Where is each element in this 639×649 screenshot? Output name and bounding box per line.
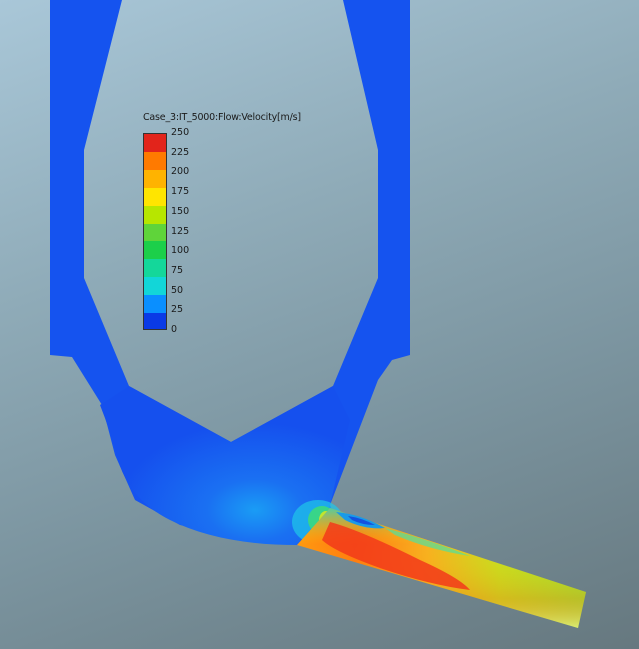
cfd-velocity-contour-plot: [50, 0, 586, 628]
